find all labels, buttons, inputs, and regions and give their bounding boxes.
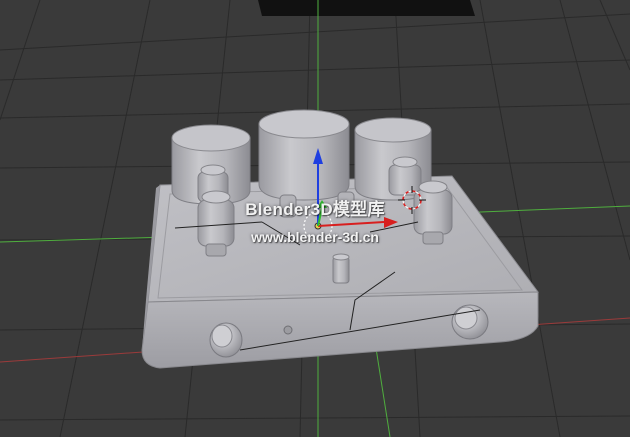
- transformer-center: [258, 109, 350, 201]
- left-knob[interactable]: [209, 322, 243, 358]
- 3d-viewport[interactable]: Blender3D模型库 www.blender-3d.cn: [0, 0, 630, 437]
- front-jack: [283, 325, 293, 335]
- viewport-header-shape: [258, 0, 475, 16]
- viewport-canvas[interactable]: [0, 0, 630, 437]
- small-tube-center: [332, 253, 350, 284]
- right-knob[interactable]: [451, 304, 489, 340]
- amplifier-model[interactable]: [141, 109, 539, 369]
- tube-right-back: [388, 156, 422, 196]
